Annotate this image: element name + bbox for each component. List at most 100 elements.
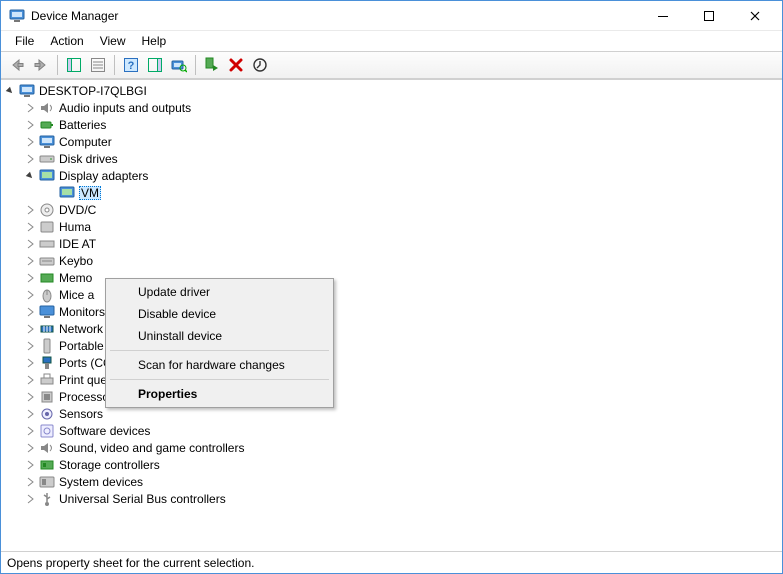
context-properties[interactable]: Properties bbox=[108, 383, 331, 405]
category-display-adapters[interactable]: Display adapters bbox=[23, 167, 782, 184]
ports-icon bbox=[39, 355, 55, 371]
properties-button[interactable] bbox=[86, 54, 110, 76]
menubar: File Action View Help bbox=[1, 31, 782, 51]
controller-icon bbox=[39, 457, 55, 473]
help-button[interactable]: ? bbox=[119, 54, 143, 76]
system-icon bbox=[39, 474, 55, 490]
context-menu: Update driver Disable device Uninstall d… bbox=[105, 278, 334, 408]
category-label: Monitors bbox=[59, 305, 105, 319]
category-sound[interactable]: Sound, video and game controllers bbox=[23, 439, 782, 456]
expand-icon[interactable] bbox=[23, 254, 37, 268]
window-title: Device Manager bbox=[31, 9, 118, 23]
expand-icon[interactable] bbox=[23, 152, 37, 166]
uninstall-device-button[interactable] bbox=[224, 54, 248, 76]
toolbar-separator bbox=[57, 55, 58, 75]
usb-icon bbox=[39, 491, 55, 507]
category-dvd[interactable]: DVD/C bbox=[23, 201, 782, 218]
sensor-icon bbox=[39, 406, 55, 422]
expand-icon[interactable] bbox=[23, 407, 37, 421]
category-ide[interactable]: IDE AT bbox=[23, 235, 782, 252]
toolbar: ? bbox=[1, 51, 782, 79]
statusbar-text: Opens property sheet for the current sel… bbox=[7, 556, 254, 570]
close-button[interactable] bbox=[732, 1, 778, 31]
device-display-adapter-selected[interactable]: VM bbox=[43, 184, 782, 201]
device-tree-pane[interactable]: DESKTOP-I7QLBGI Audio inputs and outputs… bbox=[1, 79, 782, 551]
category-usb[interactable]: Universal Serial Bus controllers bbox=[23, 490, 782, 507]
svg-text:?: ? bbox=[128, 60, 135, 72]
category-label: Batteries bbox=[59, 118, 106, 132]
show-hide-console-tree-button[interactable] bbox=[62, 54, 86, 76]
expand-icon[interactable] bbox=[23, 288, 37, 302]
controller-icon bbox=[39, 236, 55, 252]
expand-icon[interactable] bbox=[23, 390, 37, 404]
expand-icon[interactable] bbox=[23, 220, 37, 234]
back-button[interactable] bbox=[5, 54, 29, 76]
tree-root[interactable]: DESKTOP-I7QLBGI bbox=[3, 82, 782, 99]
keyboard-icon bbox=[39, 253, 55, 269]
menu-action[interactable]: Action bbox=[42, 32, 91, 50]
category-software-devices[interactable]: Software devices bbox=[23, 422, 782, 439]
context-scan-hardware[interactable]: Scan for hardware changes bbox=[108, 354, 331, 376]
scan-hardware-button[interactable] bbox=[167, 54, 191, 76]
enable-device-button[interactable] bbox=[200, 54, 224, 76]
category-label: Keybo bbox=[59, 254, 93, 268]
expand-icon[interactable] bbox=[23, 135, 37, 149]
forward-button[interactable] bbox=[29, 54, 53, 76]
expand-icon[interactable] bbox=[23, 118, 37, 132]
update-driver-button[interactable] bbox=[248, 54, 272, 76]
category-label: Sensors bbox=[59, 407, 103, 421]
action-pane-button[interactable] bbox=[143, 54, 167, 76]
expand-icon[interactable] bbox=[23, 237, 37, 251]
expand-icon[interactable] bbox=[23, 458, 37, 472]
category-hid[interactable]: Huma bbox=[23, 218, 782, 235]
category-batteries[interactable]: Batteries bbox=[23, 116, 782, 133]
device-manager-window: Device Manager File Action View Help bbox=[0, 0, 783, 574]
category-label: DVD/C bbox=[59, 203, 96, 217]
software-icon bbox=[39, 423, 55, 439]
menu-view[interactable]: View bbox=[92, 32, 134, 50]
printer-icon bbox=[39, 372, 55, 388]
titlebar: Device Manager bbox=[1, 1, 782, 31]
category-label: Audio inputs and outputs bbox=[59, 101, 191, 115]
mouse-icon bbox=[39, 287, 55, 303]
expand-icon[interactable] bbox=[23, 424, 37, 438]
minimize-button[interactable] bbox=[640, 1, 686, 31]
category-system-devices[interactable]: System devices bbox=[23, 473, 782, 490]
expand-icon[interactable] bbox=[23, 475, 37, 489]
drive-icon bbox=[39, 151, 55, 167]
collapse-icon[interactable] bbox=[3, 84, 17, 98]
expand-icon[interactable] bbox=[23, 101, 37, 115]
expand-icon[interactable] bbox=[23, 203, 37, 217]
maximize-button[interactable] bbox=[686, 1, 732, 31]
category-label: Display adapters bbox=[59, 169, 148, 183]
portable-icon bbox=[39, 338, 55, 354]
expand-icon[interactable] bbox=[23, 322, 37, 336]
category-storage-controllers[interactable]: Storage controllers bbox=[23, 456, 782, 473]
category-keyboards[interactable]: Keybo bbox=[23, 252, 782, 269]
tree-root-label: DESKTOP-I7QLBGI bbox=[39, 84, 147, 98]
context-disable-device[interactable]: Disable device bbox=[108, 303, 331, 325]
expand-icon[interactable] bbox=[23, 373, 37, 387]
expand-icon[interactable] bbox=[23, 356, 37, 370]
category-label: Computer bbox=[59, 135, 112, 149]
expand-icon[interactable] bbox=[23, 441, 37, 455]
expand-icon[interactable] bbox=[23, 492, 37, 506]
expander-empty bbox=[43, 186, 57, 200]
context-uninstall-device[interactable]: Uninstall device bbox=[108, 325, 331, 347]
category-computer[interactable]: Computer bbox=[23, 133, 782, 150]
monitor-icon bbox=[39, 304, 55, 320]
audio-icon bbox=[39, 440, 55, 456]
expand-icon[interactable] bbox=[23, 271, 37, 285]
device-label: VM bbox=[79, 186, 101, 200]
category-audio[interactable]: Audio inputs and outputs bbox=[23, 99, 782, 116]
menu-help[interactable]: Help bbox=[134, 32, 175, 50]
context-update-driver[interactable]: Update driver bbox=[108, 281, 331, 303]
collapse-icon[interactable] bbox=[23, 169, 37, 183]
expand-icon[interactable] bbox=[23, 305, 37, 319]
expand-icon[interactable] bbox=[23, 339, 37, 353]
context-separator bbox=[110, 379, 329, 380]
computer-icon bbox=[19, 83, 35, 99]
menu-file[interactable]: File bbox=[7, 32, 42, 50]
category-label: Memo bbox=[59, 271, 92, 285]
category-disk-drives[interactable]: Disk drives bbox=[23, 150, 782, 167]
